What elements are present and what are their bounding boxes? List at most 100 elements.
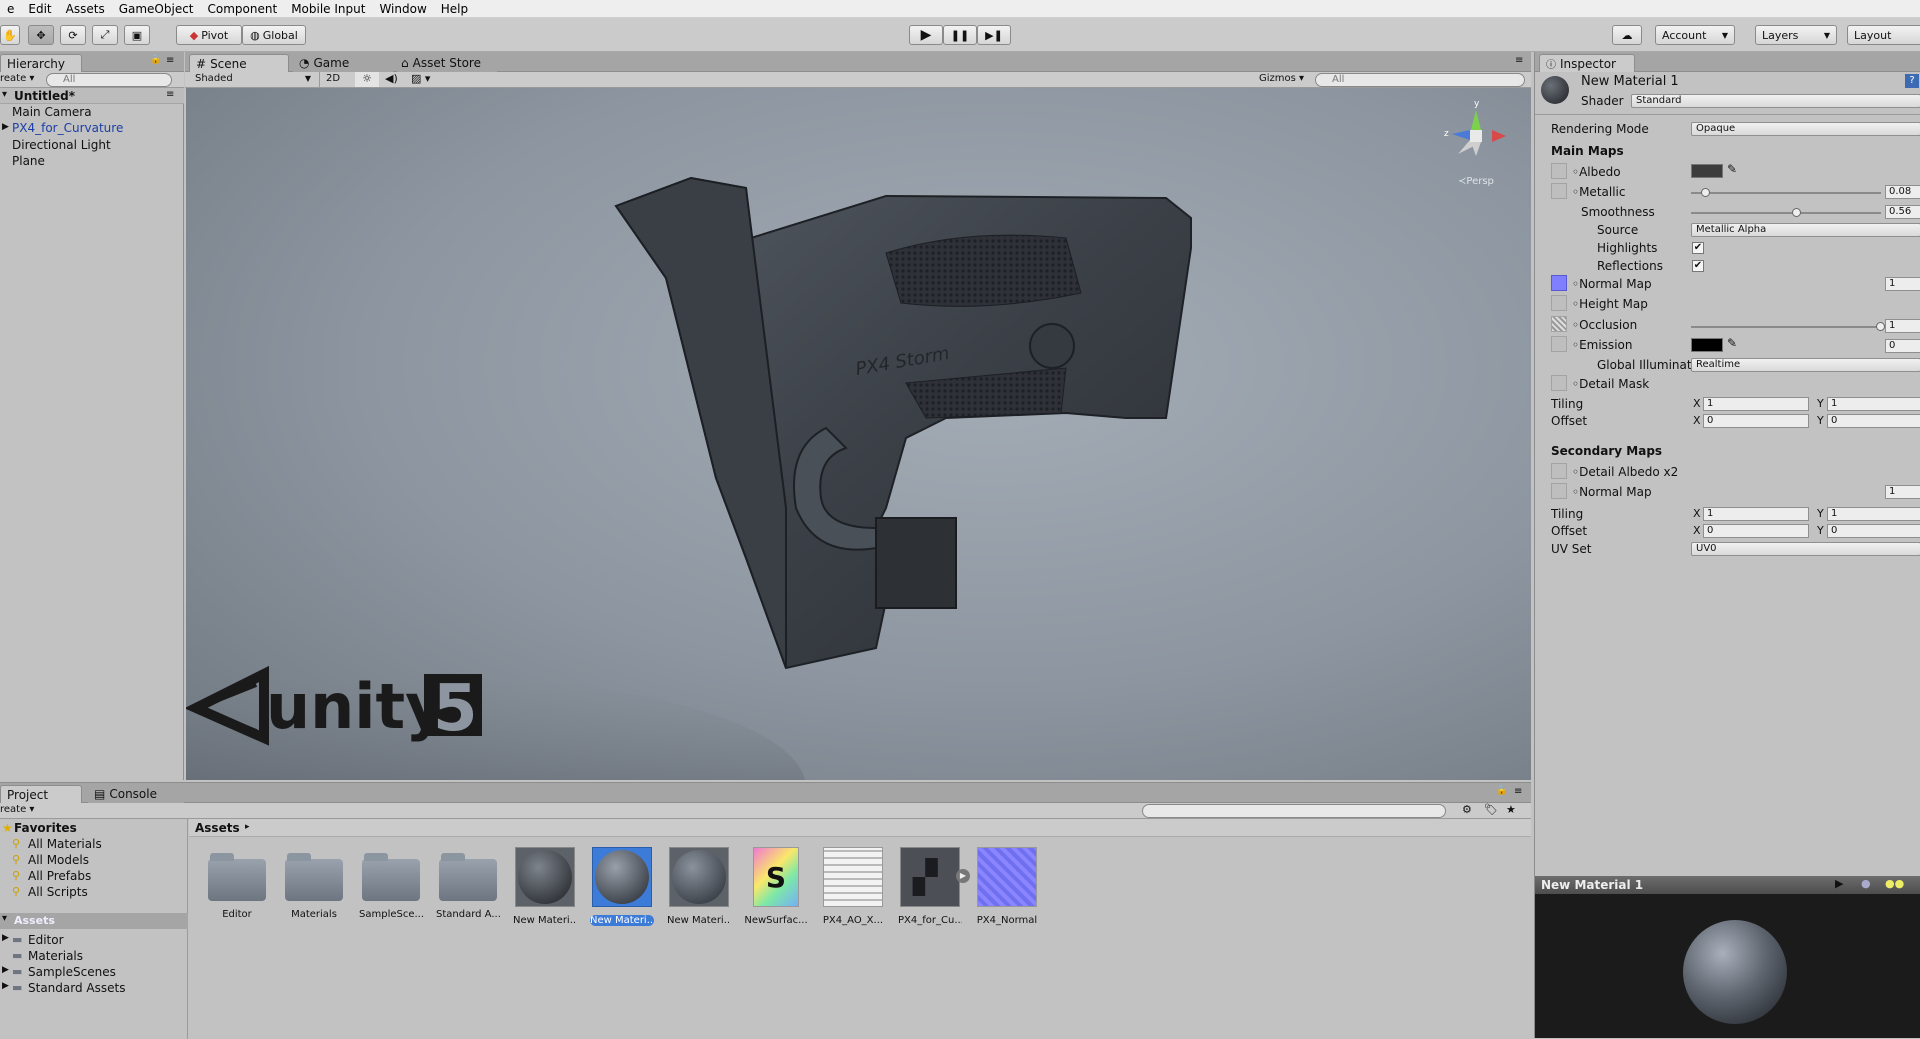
favorite-star-icon[interactable]: ★ [1506, 803, 1516, 816]
audio-toggle-icon[interactable]: ◀) [385, 72, 398, 85]
tab-game[interactable]: ◔ Game [293, 54, 393, 72]
layout-dropdown[interactable]: Layout [1847, 25, 1920, 45]
tab-project[interactable]: Project [0, 785, 82, 803]
expand-arrow-icon[interactable]: ▶ [2, 965, 9, 975]
project-search-input[interactable] [1142, 804, 1446, 818]
effects-toggle-icon[interactable]: ▨ ▾ [411, 72, 430, 85]
tree-folder-standard-assets[interactable]: Standard Assets [28, 981, 125, 995]
tab-asset-store[interactable]: ⌂ Asset Store [397, 54, 497, 72]
tree-folder-samplescenes[interactable]: SampleScenes [28, 965, 116, 979]
panel-menu-icon[interactable]: ≡ [166, 55, 174, 66]
secondary-tiling-x-field[interactable]: 1 [1703, 507, 1809, 521]
lock-icon[interactable]: 🔒 [1496, 786, 1507, 796]
assets-tree-header[interactable]: ▾ Assets [0, 913, 188, 929]
preview-sphere[interactable] [1683, 920, 1787, 1024]
highlights-checkbox[interactable]: ✔ [1692, 242, 1704, 254]
help-icon[interactable]: ? [1905, 74, 1919, 88]
asset-material-3[interactable]: New Materi... [667, 847, 731, 926]
move-tool-button[interactable]: ✥ [28, 25, 54, 45]
cloud-button[interactable]: ☁ [1612, 25, 1642, 45]
height-map-texture-slot[interactable] [1551, 295, 1567, 311]
menu-edit[interactable]: Edit [21, 2, 58, 16]
scene-viewport[interactable]: PX4 Storm unity 5 y z ≺Persp [186, 88, 1531, 780]
expand-model-icon[interactable]: ▶ [956, 869, 970, 883]
occlusion-slider-track[interactable] [1691, 326, 1881, 328]
favorite-item-all-models[interactable]: All Models [28, 853, 89, 867]
asset-folder-standard-assets[interactable]: Standard A... [436, 847, 500, 920]
rect-tool-button[interactable]: ▣ [124, 25, 150, 45]
menu-component[interactable]: Component [201, 2, 285, 16]
tree-folder-editor[interactable]: Editor [28, 933, 64, 947]
hierarchy-search-input[interactable]: All [46, 73, 172, 87]
lighting-toggle-icon[interactable]: ☼ [355, 72, 379, 87]
secondary-tiling-y-field[interactable]: 1 [1827, 507, 1920, 521]
metallic-texture-slot[interactable] [1551, 183, 1567, 199]
occlusion-slider-knob[interactable] [1876, 322, 1885, 331]
asset-folder-editor[interactable]: Editor [205, 847, 269, 920]
shading-dropdown[interactable]: Shaded ▼ [191, 73, 315, 87]
expand-arrow-icon[interactable]: ▶ [2, 933, 9, 943]
secondary-offset-x-field[interactable]: 0 [1703, 524, 1809, 538]
expand-arrow-icon[interactable]: ▶ [2, 981, 9, 991]
asset-model-px4[interactable]: ▞ ▶ PX4_for_Cu... [898, 847, 970, 926]
albedo-texture-slot[interactable] [1551, 163, 1567, 179]
menu-help[interactable]: Help [434, 2, 475, 16]
asset-folder-materials[interactable]: Materials [282, 847, 346, 920]
smoothness-slider-knob[interactable] [1792, 208, 1802, 217]
lock-icon[interactable]: 🔒 [150, 55, 161, 65]
step-button[interactable]: ▶❚ [977, 25, 1011, 45]
tiling-x-field[interactable]: 1 [1703, 397, 1809, 411]
occlusion-value-field[interactable]: 1 [1885, 319, 1920, 333]
tab-hierarchy[interactable]: Hierarchy [0, 54, 82, 72]
play-preview-icon[interactable]: ▶ [1835, 877, 1843, 890]
hierarchy-item-main-camera[interactable]: Main Camera [12, 105, 92, 119]
scene-menu-icon[interactable]: ≡ [166, 89, 174, 100]
detail-mask-texture-slot[interactable] [1551, 375, 1567, 391]
persp-label[interactable]: ≺Persp [1458, 176, 1494, 187]
favorite-item-all-materials[interactable]: All Materials [28, 837, 102, 851]
2d-toggle[interactable]: 2D [326, 73, 340, 84]
tab-scene[interactable]: # Scene [189, 54, 289, 72]
occlusion-texture-slot[interactable] [1551, 316, 1567, 332]
scene-header-row[interactable]: ▾ Untitled* ≡ [0, 88, 184, 104]
global-toggle[interactable]: ◍ Global [242, 25, 306, 45]
offset-y-field[interactable]: 0 [1827, 414, 1920, 428]
smoothness-value-field[interactable]: 0.56 [1885, 205, 1920, 219]
normal-map-texture-slot[interactable] [1551, 275, 1567, 291]
expand-arrow-icon[interactable]: ▾ [2, 913, 7, 924]
tiling-y-field[interactable]: 1 [1827, 397, 1920, 411]
sphere-shape-icon[interactable]: ● [1861, 877, 1871, 890]
create-dropdown[interactable]: reate ▾ [0, 73, 34, 84]
gizmos-dropdown[interactable]: Gizmos ▾ [1255, 73, 1305, 87]
shader-dropdown[interactable]: Standard [1631, 94, 1920, 108]
favorites-header[interactable]: Favorites [14, 821, 77, 835]
metallic-slider-track[interactable] [1691, 192, 1881, 194]
asset-material-selected[interactable]: New Materi... [590, 847, 654, 926]
albedo-color-swatch[interactable] [1691, 164, 1723, 178]
secondary-offset-y-field[interactable]: 0 [1827, 524, 1920, 538]
panel-menu-icon[interactable]: ≡ [1515, 55, 1523, 66]
global-illumination-dropdown[interactable]: Realtime [1691, 358, 1920, 372]
menu-assets[interactable]: Assets [59, 2, 112, 16]
hierarchy-item-directional-light[interactable]: Directional Light [12, 138, 111, 152]
play-button[interactable]: ▶ [909, 25, 943, 45]
panel-menu-icon[interactable]: ≡ [1514, 786, 1522, 797]
smoothness-slider-track[interactable] [1691, 212, 1881, 214]
scene-search-input[interactable]: All [1315, 73, 1525, 87]
menu-gameobject[interactable]: GameObject [112, 2, 201, 16]
hierarchy-item-px4[interactable]: PX4_for_Curvature [12, 121, 123, 135]
asset-material-1[interactable]: New Materi... [513, 847, 577, 926]
rendering-mode-dropdown[interactable]: Opaque [1691, 122, 1920, 136]
menu-file[interactable]: e [0, 2, 21, 16]
breadcrumb-assets[interactable]: Assets [195, 821, 240, 835]
lights-toggle-icon[interactable]: ●● [1885, 877, 1904, 890]
layers-dropdown[interactable]: Layers ▼ [1755, 25, 1837, 45]
source-dropdown[interactable]: Metallic Alpha [1691, 223, 1920, 237]
expand-arrow-icon[interactable]: ▶ [2, 122, 9, 132]
emission-color-swatch[interactable] [1691, 338, 1723, 352]
menu-mobile-input[interactable]: Mobile Input [284, 2, 372, 16]
hand-tool-button[interactable]: ✋ [0, 25, 20, 45]
normal-map-scale-field[interactable]: 1 [1885, 277, 1920, 291]
tab-inspector[interactable]: ⓘ Inspector [1539, 54, 1635, 72]
tab-console[interactable]: ▤ Console [88, 785, 184, 803]
